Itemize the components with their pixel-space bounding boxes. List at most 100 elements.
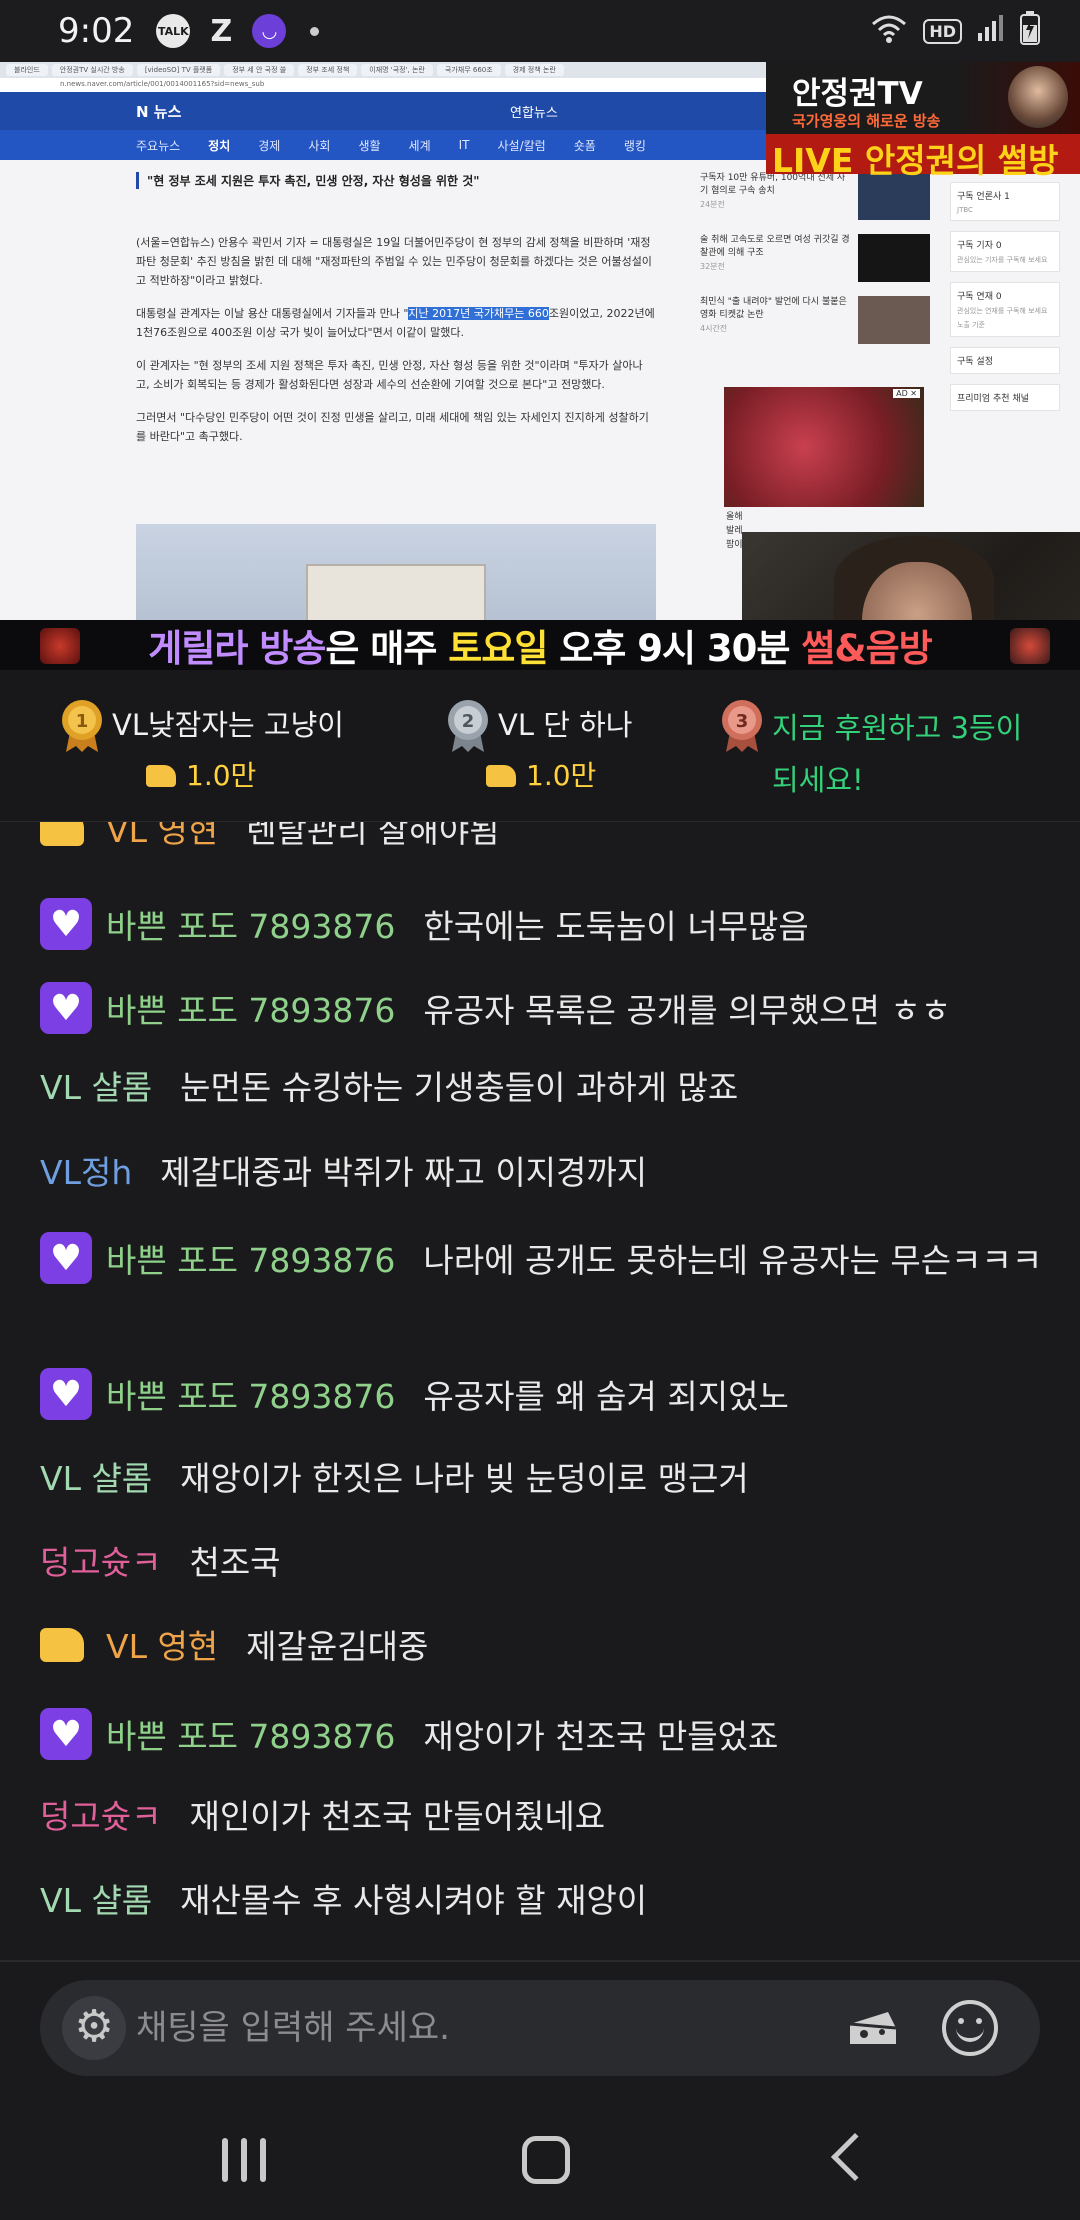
cheese-badge-icon	[40, 1628, 84, 1662]
banner-right-logo	[1010, 628, 1050, 664]
chat-message: VL 샬롬 재산몰수 후 사형시켜야 할 재앙이	[40, 1876, 1050, 1926]
subscriber-heart-icon	[40, 1368, 92, 1420]
cheese-icon	[486, 765, 516, 787]
subscribe-box: 프리미엄 추천 채널	[950, 384, 1060, 411]
subscribe-sub: 관심있는 연재를 구독해 보세요	[957, 307, 1048, 315]
svg-text:3: 3	[736, 711, 749, 732]
news-source: 연합뉴스	[510, 106, 558, 121]
back-icon[interactable]	[830, 2132, 880, 2182]
chat-text: 천조국	[189, 1543, 281, 1582]
donation-ranking: 1 VL낮잠자는 고냥이 1.0만 2 VL 단 하나 1.0만 3 지금 후원…	[0, 670, 1080, 822]
chat-nick[interactable]: VL 샬롬	[40, 1068, 152, 1107]
chat-text: 렌탈관리 잘해야됨	[246, 822, 500, 850]
subscribe-title: 구독 언론사 1	[957, 192, 1010, 202]
chat-text: 재인이가 천조국 만들어줬네요	[189, 1797, 606, 1836]
chat-nick[interactable]: VL 샬롬	[40, 1881, 152, 1920]
news-nav-item: 사설/칼럼	[497, 138, 546, 153]
banner-part: 오후 9시 30분	[547, 627, 802, 670]
article-paragraph: 그러면서 "다수당인 민주당이 어떤 것이 진정 민생을 살리고, 미래 세대에…	[136, 411, 649, 443]
home-icon[interactable]	[522, 2136, 570, 2184]
related-news: 구독자 10만 유튜버, 100억대 전세 사기 혐의로 구속 송치 24분전 술…	[700, 172, 930, 358]
browser-tab: 경제 정책 논란	[504, 64, 564, 76]
chat-message: VL 영현 렌탈관리 잘해야됨	[40, 822, 1050, 856]
banner-part: 썰&음방	[801, 627, 932, 670]
chat-text: 유공자를 왜 숨겨 죄지었노	[423, 1377, 789, 1416]
chat-nick[interactable]: 덩고슛ㅋ	[40, 1543, 161, 1582]
news-logo: N 뉴스	[136, 103, 182, 121]
recent-apps-icon[interactable]	[222, 2138, 266, 2182]
cheese-donate-icon[interactable]	[848, 2006, 898, 2050]
channel-icon: ◡	[252, 14, 287, 48]
chat-message: 덩고슛ㅋ 천조국	[40, 1538, 1050, 1588]
chat-message: 바쁜 포도 7893876 재앙이가 천조국 만들었죠	[40, 1708, 1050, 1762]
chat-nick[interactable]: VL 영현	[106, 822, 218, 850]
chat-text: 한국에는 도둑놈이 너무많음	[423, 907, 809, 946]
channel-branding: 안정권TV 국가영웅의 해로운 방송 LIVE 안정권의 썰방	[766, 62, 1080, 180]
gear-icon[interactable]: ⚙	[62, 1996, 126, 2060]
subscribe-box: 구독 연재 0 관심있는 연재를 구독해 보세요 노출 기준	[950, 282, 1060, 337]
emoji-icon[interactable]	[942, 2000, 998, 2056]
brand-top: 안정권TV 국가영웅의 해로운 방송	[766, 62, 1080, 134]
chat-nick[interactable]: VL 영현	[106, 1627, 218, 1666]
rank-name: VL낮잠자는 고냥이	[112, 708, 344, 742]
chat-message: 덩고슛ㅋ 재인이가 천조국 만들어줬네요	[40, 1792, 1050, 1842]
chat-text: 재앙이가 천조국 만들었죠	[423, 1717, 779, 1756]
subscribe-title: 프리미엄 추천 채널	[957, 394, 1029, 404]
chat-text: 제갈윤김대중	[246, 1627, 429, 1666]
subscriber-heart-icon	[40, 1232, 92, 1284]
related-time: 24분전	[700, 200, 725, 209]
subscribe-sub: JTBC	[957, 206, 973, 214]
stream-video[interactable]: 블라인드 안정권TV 실시간 방송 [videoSO] TV 플랫폼 정부 세 …	[0, 62, 1080, 670]
ad-caption: 올해 발레 팜이	[726, 510, 743, 552]
live-label: LIVE 안정권의 썰방	[772, 141, 1059, 180]
chat-nick[interactable]: VL정h	[40, 1153, 132, 1192]
browser-tab: 정부 세 안 국정 쏠	[224, 64, 295, 76]
chat-nick[interactable]: 덩고슛ㅋ	[40, 1797, 161, 1836]
chat-input[interactable]	[136, 1998, 796, 2058]
rank-cta-line: 지금 후원하고 3등이	[772, 711, 1023, 745]
rank-amount: 1.0만	[486, 754, 596, 794]
article-headline: "현 정부 조세 지원은 투자 촉진, 민생 안정, 자산 형성을 위한 것"	[136, 172, 656, 189]
rank-amount-value: 1.0만	[186, 759, 257, 792]
channel-subtitle: 국가영웅의 해로운 방송	[792, 112, 941, 130]
chat-message: 바쁜 포도 7893876 유공자를 왜 숨겨 죄지었노	[40, 1368, 1050, 1422]
browser-tab: 안정권TV 실시간 방송	[51, 64, 133, 76]
chat-input-bar: ⚙	[40, 1980, 1040, 2076]
chat-nick[interactable]: 바쁜 포도 7893876	[106, 907, 395, 946]
divider	[0, 1960, 1080, 1962]
chat-text: 재산몰수 후 사형시켜야 할 재앙이	[180, 1881, 648, 1920]
subscribe-title: 구독 설정	[957, 357, 993, 367]
banner-text: 게릴라 방송은 매주 토요일 오후 9시 30분 썰&음방	[148, 618, 932, 672]
news-nav-item: IT	[458, 138, 470, 152]
chat-nick[interactable]: VL 샬롬	[40, 1459, 152, 1498]
chat-text: 제갈대중과 박쥐가 짜고 이지경까지	[160, 1153, 648, 1192]
chat-nick[interactable]: 바쁜 포도 7893876	[106, 1377, 395, 1416]
browser-tab: 정부 조세 정책	[298, 64, 358, 76]
chat-nick[interactable]: 바쁜 포도 7893876	[106, 1717, 395, 1756]
subscriber-heart-icon	[40, 982, 92, 1034]
ad-caption-line: 올해	[726, 512, 743, 522]
hd-icon: HD	[923, 18, 962, 44]
news-nav-item: 랭킹	[623, 138, 646, 153]
chat-nick[interactable]: 바쁜 포도 7893876	[106, 1241, 395, 1280]
status-right: HD	[869, 11, 1040, 51]
status-time: 9:02	[58, 11, 135, 51]
news-nav-item: 주요뉴스	[136, 138, 181, 153]
medal-gold-icon: 1	[60, 698, 104, 752]
signal-icon	[976, 13, 1006, 49]
system-nav-bar	[0, 2100, 1080, 2220]
chat-nick[interactable]: 바쁜 포도 7893876	[106, 991, 395, 1030]
article-paragraph: 이 관계자는 "현 정부의 조세 지원 정책은 투자 촉진, 민생 안정, 자산…	[136, 359, 643, 391]
chat-list[interactable]: VL 영현 렌탈관리 잘해야됨 바쁜 포도 7893876 한국에는 도둑놈이 너무…	[0, 822, 1080, 1960]
subscribe-box: 구독 기자 0 관심있는 기자를 구독해 보세요	[950, 231, 1060, 272]
chat-message: VL정h 제갈대중과 박쥐가 짜고 이지경까지	[40, 1148, 1050, 1198]
related-title: 술 취해 고속도로 오르면 여성 귀갓길 경찰관에 의해 구조	[700, 235, 850, 258]
highlighted-text: 지난 2017년 국가채무는 660	[408, 307, 549, 320]
subscribe-box: 구독 언론사 1 JTBC	[950, 182, 1060, 221]
subscribe-title: 구독 기자 0	[957, 241, 1002, 251]
browser-tab: 블라인드	[6, 64, 48, 76]
banner-left-logo	[40, 628, 80, 664]
news-nav-item-active: 정치	[208, 138, 231, 153]
banner-part: 게릴라 방송	[148, 627, 326, 670]
browser-tab: 국가채무 660조	[436, 64, 501, 76]
